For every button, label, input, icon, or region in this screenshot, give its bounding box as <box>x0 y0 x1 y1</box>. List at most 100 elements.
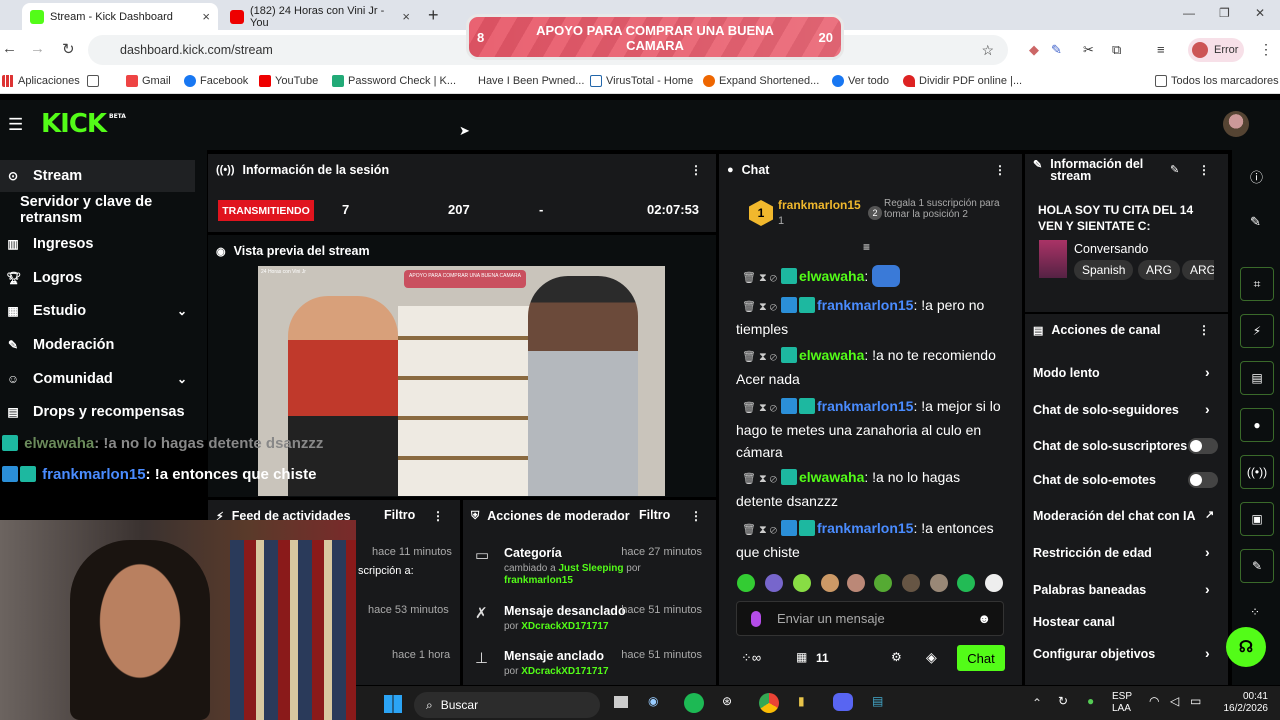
extensions-puzzle-icon[interactable]: ⧉ <box>1112 42 1121 58</box>
subscribers-only-toggle[interactable] <box>1188 438 1218 454</box>
bookmark-apps[interactable]: Aplicaciones <box>2 75 80 87</box>
emote-icon[interactable] <box>957 574 975 592</box>
more-options-icon[interactable]: ⋮ <box>690 509 702 523</box>
bookmark-grid[interactable] <box>87 75 99 87</box>
rail-button-clip[interactable]: ⌗ <box>1240 267 1274 301</box>
microphone-icon[interactable] <box>751 610 761 627</box>
more-options-icon[interactable]: ⋮ <box>690 163 702 177</box>
chat-settings-gear-icon[interactable]: ⚙ <box>891 650 902 664</box>
action-ai-moderation[interactable]: Moderación del chat con IA <box>1033 509 1196 523</box>
bookmark-facebook[interactable]: Facebook <box>184 75 248 87</box>
sidebar-item-server-key[interactable]: Servidor y clave de retransm <box>0 194 195 226</box>
sidebar-item-ingresos[interactable]: ▥ Ingresos <box>0 228 195 260</box>
mod-filter-button[interactable]: Filtro <box>639 508 670 522</box>
tab-youtube[interactable]: (182) 24 Horas con Vini Jr - You × <box>222 3 418 30</box>
chrome-icon[interactable] <box>759 693 779 713</box>
message-tools[interactable]: 🗑︎ ⧗ ⊘ <box>736 524 777 536</box>
more-options-icon[interactable]: ⋮ <box>432 509 444 523</box>
more-options-icon[interactable]: ⋮ <box>1198 323 1210 337</box>
emote-icon[interactable] <box>737 574 755 592</box>
action-subscribers-only[interactable]: Chat de solo-suscriptores <box>1033 439 1187 453</box>
sidebar-item-drops[interactable]: ▤ Drops y recompensas <box>0 396 195 428</box>
tray-mic-icon[interactable]: ● <box>1087 694 1094 708</box>
more-options-icon[interactable]: ⋮ <box>994 163 1006 177</box>
external-link-icon[interactable]: ↗ <box>1205 508 1214 521</box>
message-tools[interactable]: 🗑︎ ⧗ ⊘ <box>736 351 777 363</box>
kick-logo[interactable]: KICK BETA <box>41 109 126 139</box>
dots-cluster-icon[interactable]: ⁘ <box>1250 605 1260 619</box>
steam-icon[interactable]: ◉ <box>648 694 658 708</box>
points-icon[interactable]: ⁘∞ <box>741 650 761 666</box>
action-host-channel[interactable]: Hostear canal <box>1033 615 1115 629</box>
rail-button-notes[interactable]: ▤ <box>1240 361 1274 395</box>
action-configure-goals[interactable]: Configurar objetivos <box>1033 647 1155 661</box>
emote-icon[interactable] <box>793 574 811 592</box>
emote-icon[interactable] <box>765 574 783 592</box>
notepad-icon[interactable]: ▤ <box>872 694 883 708</box>
user-avatar[interactable] <box>1223 111 1249 137</box>
emote-icon[interactable] <box>874 574 892 592</box>
rail-button-lightning[interactable]: ⚡︎ <box>1240 314 1274 348</box>
close-window-icon[interactable]: ✕ <box>1255 6 1265 20</box>
bookmark-pdf[interactable]: Dividir PDF online |... <box>903 75 1022 87</box>
taskbar-search-box[interactable]: ⌕ Buscar <box>414 692 600 718</box>
hamburger-menu-icon[interactable]: ☰ <box>8 115 23 135</box>
chevron-right-icon[interactable]: › <box>1205 364 1210 380</box>
taskbar-clock[interactable]: 00:41 16/2/2026 <box>1216 691 1269 715</box>
windows-start-icon[interactable] <box>384 695 402 713</box>
action-banned-words[interactable]: Palabras baneadas <box>1033 583 1146 597</box>
action-slow-mode[interactable]: Modo lento <box>1033 366 1100 380</box>
new-tab-button[interactable]: + <box>428 5 439 26</box>
files-icon[interactable]: ▮ <box>798 694 805 708</box>
quick-emote-icon[interactable]: ◈ <box>926 649 937 666</box>
bookmark-youtube[interactable]: YouTube <box>259 75 318 87</box>
emoji-picker-icon[interactable]: ☻ <box>977 611 991 626</box>
sidebar-item-moderacion[interactable]: ✎ Moderación <box>0 329 195 361</box>
emote-icon[interactable] <box>821 574 839 592</box>
rail-button-tools[interactable]: ✎ <box>1240 549 1274 583</box>
chevron-right-icon[interactable]: › <box>1205 401 1210 417</box>
message-tools[interactable]: 🗑︎ ⧗ ⊘ <box>736 402 777 414</box>
sidebar-item-estudio[interactable]: ▦ Estudio ⌄ <box>0 295 195 327</box>
bookmark-password-check[interactable]: Password Check | K... <box>332 75 456 87</box>
maximize-icon[interactable]: ❐ <box>1219 6 1230 20</box>
message-tools[interactable]: 🗑︎ ⧗ ⊘ <box>736 272 777 284</box>
browser-menu-icon[interactable]: ⋮ <box>1259 41 1273 58</box>
message-tools[interactable]: 🗑︎ ⧗ ⊘ <box>736 301 777 313</box>
back-icon[interactable]: ← <box>2 40 17 57</box>
wifi-icon[interactable]: ◠ <box>1149 694 1159 708</box>
emote-icon[interactable] <box>847 574 865 592</box>
rail-button-chat[interactable]: ● <box>1240 408 1274 442</box>
bookmark-star-icon[interactable]: ☆ <box>981 42 994 59</box>
send-chat-button[interactable]: Chat <box>957 645 1005 671</box>
sidebar-item-logros[interactable]: 🏆︎ Logros <box>0 262 195 294</box>
volume-icon[interactable]: ◁ <box>1170 694 1179 708</box>
battery-icon[interactable]: ▭ <box>1190 694 1201 708</box>
info-icon[interactable]: ⓘ <box>1250 167 1263 186</box>
extension-badge-icon[interactable]: ✂ <box>1083 42 1094 58</box>
extension-icon[interactable]: ◆ <box>1029 42 1039 58</box>
rail-button-broadcast[interactable]: ((•)) <box>1240 455 1274 489</box>
spotify-icon[interactable] <box>684 693 704 713</box>
reload-icon[interactable]: ↻ <box>62 40 75 58</box>
chat-message-input[interactable]: Enviar un mensaje ☻ <box>736 601 1004 636</box>
emote-icon[interactable] <box>985 574 1003 592</box>
close-tab-icon[interactable]: × <box>402 9 410 24</box>
close-tab-icon[interactable]: × <box>202 9 210 24</box>
tray-sync-icon[interactable]: ↻ <box>1058 694 1068 708</box>
bookmark-hibp[interactable]: Have I Been Pwned... <box>478 75 584 87</box>
task-view-icon[interactable] <box>614 696 628 708</box>
bookmark-all[interactable]: Todos los marcadores <box>1155 75 1279 87</box>
chevron-right-icon[interactable]: › <box>1205 645 1210 661</box>
pinned-toggle-icon[interactable]: ≡ <box>863 240 870 254</box>
more-options-icon[interactable]: ⋮ <box>1198 163 1210 177</box>
minimize-icon[interactable]: — <box>1183 6 1195 20</box>
tray-chevron-up-icon[interactable]: ⌃ <box>1032 696 1042 710</box>
forward-icon[interactable]: → <box>30 40 45 57</box>
stream-preview-video[interactable]: APOYO PARA COMPRAR UNA BUENA CAMARA 24 H… <box>258 266 665 496</box>
chevron-right-icon[interactable]: › <box>1205 581 1210 597</box>
action-followers-only[interactable]: Chat de solo-seguidores <box>1033 403 1179 417</box>
discord-icon[interactable] <box>833 693 853 711</box>
feed-filter-button[interactable]: Filtro <box>384 508 415 522</box>
support-fab-button[interactable]: ☊ <box>1226 627 1266 667</box>
